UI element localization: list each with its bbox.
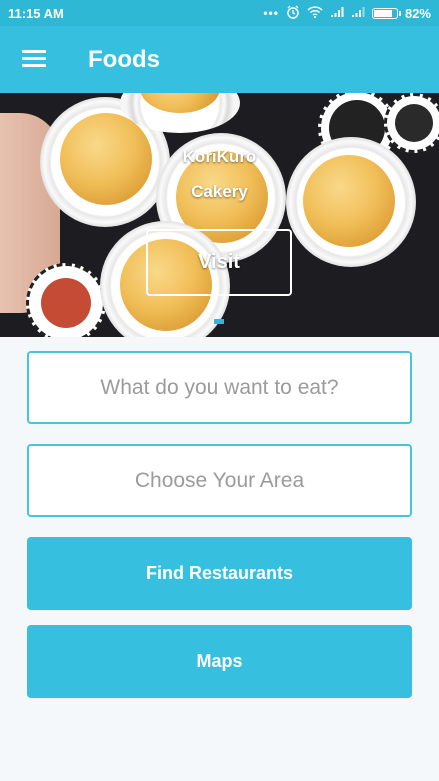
alarm-icon [286,5,300,22]
find-restaurants-button[interactable]: Find Restaurants [27,537,412,610]
wifi-icon [307,5,323,21]
hero-title-line1: KoriKuro [182,147,257,166]
visit-button[interactable]: Visit [146,229,292,296]
more-dots-icon: ••• [263,6,279,20]
hero-title-line2: Cakery [191,182,248,201]
hero-banner[interactable]: KoriKuro Cakery Visit [0,93,439,337]
hero-image [0,93,439,337]
status-bar: 11:15 AM ••• 82% [0,0,439,26]
maps-button[interactable]: Maps [27,625,412,698]
app-bar: Foods [0,26,439,93]
status-icons: ••• 82% [263,5,431,22]
food-search-input[interactable] [27,351,412,424]
status-time: 11:15 AM [8,5,64,21]
battery-icon [371,7,401,19]
page-title: Foods [88,46,160,73]
signal-icon-2 [351,6,365,21]
area-input[interactable] [27,444,412,517]
battery-fill [373,9,392,17]
signal-icon [330,6,344,21]
badge-shape [26,263,106,337]
badge-shape [384,93,439,153]
battery-percent: 82% [404,5,431,21]
carousel-indicator [214,319,224,324]
hamburger-menu-icon[interactable] [22,50,46,68]
